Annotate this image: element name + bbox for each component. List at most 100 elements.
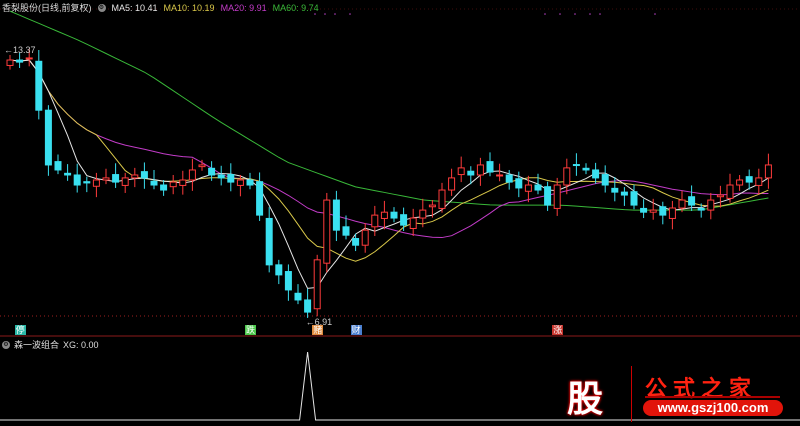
candle-body xyxy=(688,196,696,206)
top-marker xyxy=(599,13,601,15)
candle-body xyxy=(707,199,715,211)
logo-char: 股 xyxy=(567,379,604,420)
candle-body xyxy=(457,167,465,176)
candle-body xyxy=(697,207,705,211)
candle-body xyxy=(515,178,523,189)
top-marker xyxy=(559,13,561,15)
candle-body xyxy=(572,164,580,167)
top-marker xyxy=(334,13,336,15)
ma60-label: MA60: 9.74 xyxy=(272,2,319,13)
top-marker xyxy=(654,13,656,15)
candle-body xyxy=(582,167,590,171)
candle-body xyxy=(35,60,43,111)
top-marker xyxy=(324,13,326,15)
candle-body xyxy=(534,184,542,191)
candle-body xyxy=(16,59,24,63)
candle-body xyxy=(284,271,292,291)
candle-body xyxy=(150,180,158,186)
candle-body xyxy=(332,199,340,231)
candle-body xyxy=(64,172,72,176)
candle-body xyxy=(371,214,379,228)
watermark-logo: 股 公式之家 www.gszj100.com xyxy=(555,366,785,422)
candle-body xyxy=(169,181,177,188)
candle-body xyxy=(208,167,216,176)
candle-body xyxy=(755,177,763,186)
candle-body xyxy=(553,184,561,209)
ma5-label: MA5: 10.41 xyxy=(111,2,158,13)
candle-body xyxy=(428,204,436,208)
candle-body xyxy=(496,174,504,177)
candle-body xyxy=(73,174,81,186)
candle-body xyxy=(313,259,321,310)
candle-body xyxy=(409,217,417,229)
candle-body xyxy=(54,161,62,171)
settings-icon[interactable]: ⚙ xyxy=(2,340,10,349)
candle-body xyxy=(736,179,744,186)
top-marker xyxy=(349,13,351,15)
ma20-label: MA20: 9.91 xyxy=(220,2,267,13)
candle-body xyxy=(467,170,475,176)
candle-body xyxy=(352,238,360,246)
candle-body xyxy=(121,177,129,186)
signal-label: 跌 xyxy=(245,325,257,335)
candle-body xyxy=(140,171,148,179)
candle-body xyxy=(83,181,91,184)
chart-header: 香梨股份(日线,前复权) ⚙ MA5: 10.41 MA10: 10.19 MA… xyxy=(2,1,319,14)
kline-chart: ←13.37←6.91 xyxy=(0,8,800,421)
candle-body xyxy=(361,229,369,246)
candle-body xyxy=(524,184,532,192)
ma5-line xyxy=(9,59,769,289)
candle-body xyxy=(294,292,302,301)
candle-body xyxy=(592,169,600,179)
candle-body xyxy=(640,207,648,213)
candle-body xyxy=(25,57,33,60)
candle-body xyxy=(160,184,168,191)
candle-body xyxy=(6,59,14,66)
signal-label: 涨 xyxy=(552,325,564,335)
candle-body xyxy=(419,209,427,219)
indicator-header: ⚙ 森一波组合 XG: 0.00 xyxy=(2,338,99,351)
candle-body xyxy=(659,206,667,216)
candle-body xyxy=(563,167,571,186)
candle-body xyxy=(304,299,312,313)
candle-body xyxy=(544,186,552,206)
indicator-xg: XG: 0.00 xyxy=(63,339,99,350)
settings-icon[interactable]: ⚙ xyxy=(97,3,106,12)
logo-rule xyxy=(645,396,780,398)
candle-body xyxy=(726,184,734,199)
stock-title: 香梨股份(日线,前复权) xyxy=(2,3,92,13)
candle-body xyxy=(380,211,388,219)
candle-body xyxy=(275,264,283,276)
candle-body xyxy=(745,176,753,183)
candle-body xyxy=(448,177,456,191)
candle-body xyxy=(217,174,225,179)
candle-body xyxy=(438,189,446,209)
ma10-line xyxy=(9,59,769,262)
candle-body xyxy=(256,181,264,216)
logo-url: www.gszj100.com xyxy=(643,400,783,416)
candle-body xyxy=(668,207,676,219)
candle-body xyxy=(44,109,52,166)
top-marker xyxy=(544,13,546,15)
candle-body xyxy=(476,164,484,176)
top-marker xyxy=(574,13,576,15)
candle-body xyxy=(265,217,273,266)
signal-label: 赌 xyxy=(312,325,324,335)
signal-label: 停 xyxy=(14,325,26,335)
candle-body xyxy=(179,179,187,186)
candle-body xyxy=(601,174,609,186)
candle-body xyxy=(649,209,657,213)
candle-body xyxy=(342,226,350,236)
candle-body xyxy=(611,187,619,193)
candle-body xyxy=(716,194,724,198)
top-marker xyxy=(589,13,591,15)
logo-name: 公式之家 xyxy=(645,376,758,402)
candle-body xyxy=(131,174,139,179)
candle-body xyxy=(112,174,120,183)
indicator-name: 森一波组合 xyxy=(14,340,60,350)
candle-body xyxy=(236,179,244,186)
candle-body xyxy=(630,191,638,206)
candle-body xyxy=(505,174,513,183)
candle-body xyxy=(92,179,100,187)
signal-label: 财 xyxy=(350,325,362,335)
